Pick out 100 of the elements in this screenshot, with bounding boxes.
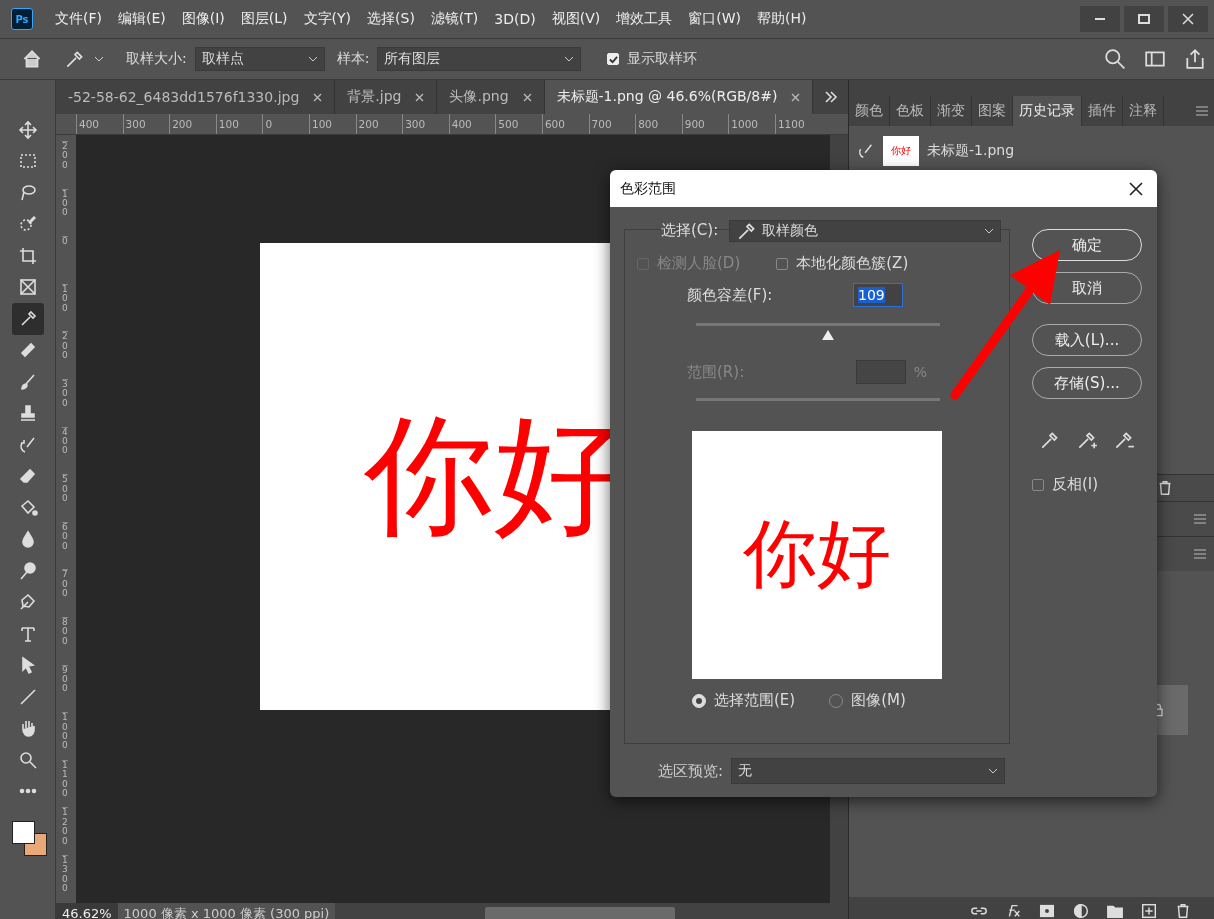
menu-item[interactable]: 文字(Y) xyxy=(295,10,360,28)
close-icon xyxy=(1182,13,1194,25)
ruler-label: 700 xyxy=(588,114,636,134)
ruler-label: 300 xyxy=(402,114,449,134)
search-icon[interactable] xyxy=(1104,48,1126,70)
ruler-label: 200 xyxy=(169,114,216,134)
close-icon[interactable] xyxy=(1129,181,1143,196)
new-layer-icon[interactable] xyxy=(1140,901,1158,919)
invert-label: 反相(I) xyxy=(1052,475,1099,494)
ruler-label: 100 xyxy=(62,188,68,237)
panel-tab[interactable]: 历史记录 xyxy=(1013,96,1082,126)
percent-label: % xyxy=(913,364,927,380)
select-dropdown[interactable]: 取样颜色 xyxy=(729,220,1001,242)
ruler-label: 700 xyxy=(62,569,68,617)
chevron-down-icon xyxy=(988,768,999,774)
ruler-label: 100 xyxy=(215,114,263,134)
chevron-down-icon xyxy=(307,56,318,62)
history-brush-icon[interactable] xyxy=(857,142,875,160)
ruler-label: 900 xyxy=(681,114,729,134)
menu-item[interactable]: 3D(D) xyxy=(486,11,544,27)
fuzziness-label: 颜色容差(F): xyxy=(687,285,773,305)
slider-thumb[interactable] xyxy=(820,329,835,341)
home-icon[interactable] xyxy=(21,48,43,70)
ruler-label: 1000 xyxy=(62,712,68,760)
show-ring-label: 显示取样环 xyxy=(627,50,698,68)
ruler-label: 800 xyxy=(62,616,68,665)
document-tab[interactable]: 未标题-1.png @ 46.6%(RGB/8#) xyxy=(544,80,814,114)
ruler-label: 400 xyxy=(76,114,123,134)
ruler-label: 200 xyxy=(355,114,403,134)
ruler-label: 1100 xyxy=(774,114,822,134)
color-swatches[interactable] xyxy=(11,821,47,856)
ruler-label: 400 xyxy=(448,114,496,134)
menu-item[interactable]: 文件(F) xyxy=(47,10,110,28)
menu-item[interactable]: 图层(L) xyxy=(232,10,296,28)
dodge-icon[interactable] xyxy=(17,560,38,581)
dialog-button[interactable]: 载入(L)... xyxy=(1032,324,1142,356)
ruler-label: 100 xyxy=(308,114,356,134)
close-button[interactable] xyxy=(1168,6,1208,32)
menu-item[interactable]: 窗口(W) xyxy=(680,10,750,28)
menu-item[interactable]: 视图(V) xyxy=(543,10,609,28)
frame-icon[interactable] xyxy=(17,277,38,298)
select-label: 选择(C): xyxy=(661,221,719,240)
ruler-label: 300 xyxy=(122,114,170,134)
ruler-label: 0 xyxy=(62,236,68,284)
sample-dropdown[interactable]: 所有图层 xyxy=(377,47,582,71)
checkbox[interactable] xyxy=(1032,478,1044,491)
menu-item[interactable]: 滤镜(T) xyxy=(422,10,487,28)
menu-item[interactable]: 选择(S) xyxy=(359,10,423,28)
menu-item[interactable]: 图像(I) xyxy=(173,10,233,28)
ruler-label: 1200 xyxy=(62,807,68,855)
ruler-label: 600 xyxy=(541,114,589,134)
tool-button[interactable] xyxy=(11,303,44,335)
chevron-down-icon xyxy=(564,56,575,62)
ruler-label: 500 xyxy=(62,474,68,522)
adjustment-icon[interactable] xyxy=(1072,901,1090,919)
maximize-icon xyxy=(1138,13,1150,25)
preview-dropdown[interactable]: 无 xyxy=(731,758,1006,784)
zoom-icon[interactable] xyxy=(17,749,38,770)
ruler-label: 1300 xyxy=(62,854,68,903)
zoom-level: 46.62% xyxy=(56,902,118,919)
sample-label: 样本: xyxy=(336,50,370,68)
maximize-button[interactable] xyxy=(1124,6,1164,32)
ruler-label: 500 xyxy=(495,114,542,134)
canvas-text: 你好 xyxy=(363,397,624,553)
move-icon[interactable] xyxy=(17,119,38,140)
range-field[interactable] xyxy=(855,360,906,384)
history-state[interactable]: 未标题-1.png xyxy=(927,142,1015,160)
localized-clusters-label: 本地化颜色簇(Z) xyxy=(796,254,909,273)
ruler-label: 200 xyxy=(62,141,68,189)
checkbox[interactable] xyxy=(776,257,789,270)
ruler-label: 400 xyxy=(62,426,68,475)
ruler-label: 1100 xyxy=(62,759,68,808)
ruler-label: 900 xyxy=(62,664,68,713)
radio-label: 图像(M) xyxy=(851,691,906,710)
ruler-label: 200 xyxy=(62,331,68,379)
dialog-button[interactable]: 存储(S)... xyxy=(1032,367,1142,399)
app-logo[interactable]: Ps xyxy=(11,8,33,30)
double-chevron-icon[interactable] xyxy=(824,91,838,103)
radio-label: 选择范围(E) xyxy=(714,691,796,710)
dialog-button[interactable]: 确定 xyxy=(1032,229,1142,261)
ruler-label: 0 xyxy=(262,114,309,134)
ruler-label: 1000 xyxy=(728,114,775,134)
preview-text: 你好 xyxy=(743,509,891,598)
chevron-down-icon xyxy=(984,228,994,234)
menu-item[interactable]: 增效工具 xyxy=(608,10,681,28)
sample-size-dropdown[interactable]: 取样点 xyxy=(194,47,325,71)
share-icon[interactable] xyxy=(1184,48,1206,70)
menu-icon[interactable] xyxy=(1196,106,1208,116)
menu-item[interactable]: 编辑(E) xyxy=(110,10,174,28)
crop-icon[interactable] xyxy=(17,245,38,266)
dialog-title: 色彩范围 xyxy=(620,179,676,198)
ruler-label: 800 xyxy=(635,114,682,134)
ruler-label: 100 xyxy=(62,283,68,332)
history-thumbnail: 你好 xyxy=(883,136,919,166)
ruler-label: 300 xyxy=(62,378,68,427)
sample-size-label: 取样大小: xyxy=(126,50,187,68)
selection-preview-label: 选区预览: xyxy=(658,761,724,781)
fuzziness-field[interactable]: 109 xyxy=(853,283,903,307)
chevron-down-icon xyxy=(94,56,104,62)
menu-item[interactable]: 帮助(H) xyxy=(749,10,815,28)
